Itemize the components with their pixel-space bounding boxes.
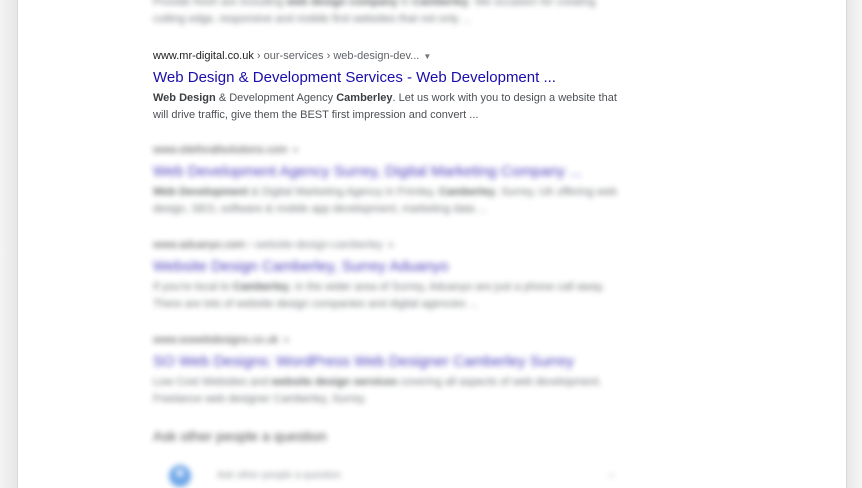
chevron-down-icon[interactable]: ▼ bbox=[423, 52, 431, 61]
search-result-0: Provide fresh are including web design c… bbox=[153, 0, 623, 28]
result-title-link[interactable]: Web Development Agency Surrey, Digital M… bbox=[153, 162, 623, 182]
search-results-page: Provide fresh are including web design c… bbox=[18, 0, 846, 488]
user-avatar-icon bbox=[169, 465, 191, 487]
chevron-down-icon[interactable]: ▼ bbox=[387, 241, 395, 250]
browser-frame: Provide fresh are including web design c… bbox=[0, 0, 862, 488]
result-title-link[interactable]: Website Design Camberley, Surrey Aduanyo bbox=[153, 257, 623, 277]
result-title-link[interactable]: Web Design & Development Services - Web … bbox=[153, 68, 623, 88]
search-result-1: www.mr-digital.co.uk › our-services › we… bbox=[153, 49, 623, 124]
result-snippet: Provide fresh are including web design c… bbox=[153, 0, 596, 25]
result-title-link[interactable]: SO Web Designs: WordPress Web Designer C… bbox=[153, 352, 623, 372]
result-snippet: Low Cost Websites and website design ser… bbox=[153, 376, 602, 405]
result-domain: www.mr-digital.co.uk bbox=[153, 50, 254, 62]
result-cite[interactable]: www.sowebdesigns.co.uk ▼ bbox=[153, 333, 623, 348]
result-domain: www.aduanyo.com bbox=[153, 239, 246, 251]
result-domain: www.sowebdesigns.co.uk bbox=[153, 334, 279, 346]
result-snippet: If you're local to Camberley, in the wid… bbox=[153, 281, 605, 310]
result-path: › our-services › web-design-dev... bbox=[253, 50, 420, 62]
search-result-3: www.aduanyo.com › website-design-camberl… bbox=[153, 238, 623, 313]
result-cite[interactable]: www.mr-digital.co.uk › our-services › we… bbox=[153, 49, 623, 64]
chevron-down-icon[interactable]: ▼ bbox=[292, 146, 300, 155]
window-left-edge bbox=[0, 0, 18, 488]
paa-question-row[interactable]: Ask other people a question › bbox=[153, 465, 613, 488]
chevron-down-icon[interactable]: ▼ bbox=[282, 336, 290, 345]
chevron-right-icon[interactable]: › bbox=[610, 470, 613, 481]
search-result-4: www.sowebdesigns.co.uk ▼ SO Web Designs: … bbox=[153, 333, 623, 408]
result-snippet: Web Development & Digital Marketing Agen… bbox=[153, 186, 617, 215]
result-path: › website-design-camberley bbox=[245, 239, 383, 251]
result-domain: www.siteforallsolutions.com bbox=[153, 144, 288, 156]
result-snippet: Web Design & Development Agency Camberle… bbox=[153, 92, 617, 121]
paa-heading: Ask other people a question bbox=[153, 428, 327, 444]
result-cite[interactable]: www.siteforallsolutions.com ▼ bbox=[153, 143, 623, 158]
paa-question-input[interactable]: Ask other people a question bbox=[217, 470, 341, 481]
result-cite[interactable]: www.aduanyo.com › website-design-camberl… bbox=[153, 238, 623, 253]
search-result-2: www.siteforallsolutions.com ▼ Web Develop… bbox=[153, 143, 623, 218]
window-right-edge bbox=[846, 0, 862, 488]
